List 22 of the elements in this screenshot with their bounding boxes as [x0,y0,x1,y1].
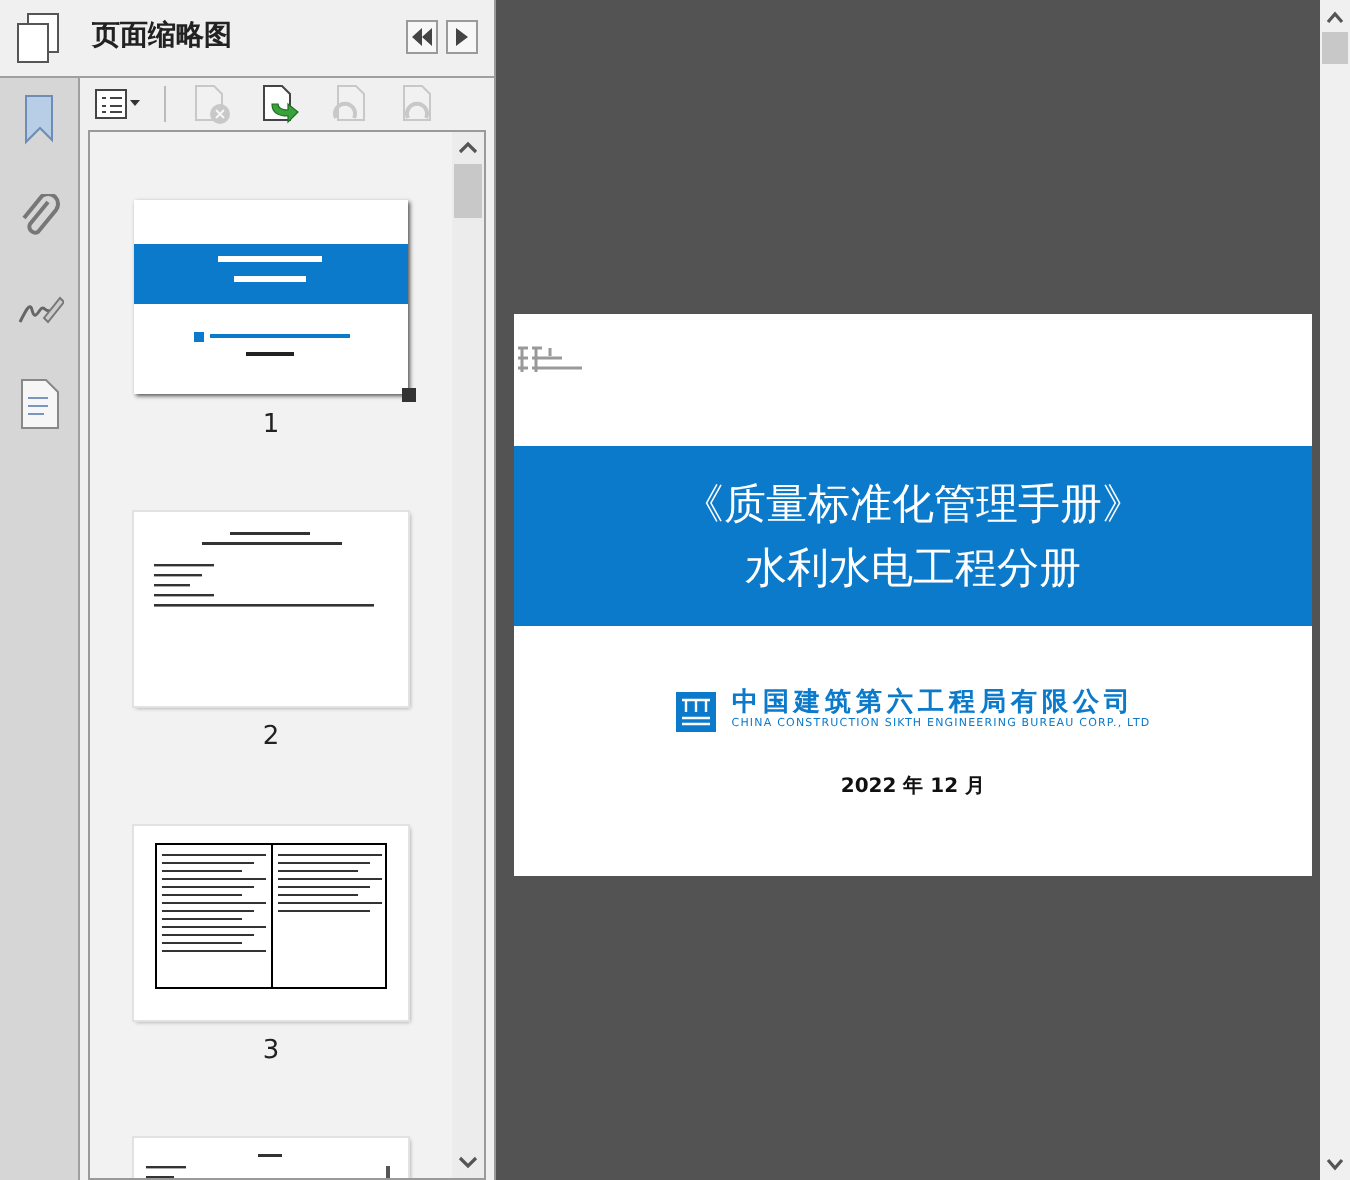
page-number: 1 [262,407,280,444]
next-button[interactable] [446,20,478,55]
company-logo-icon [675,691,716,731]
page-thumbnail[interactable] [134,825,408,1020]
document-title: 《质量标准化管理手册》 [682,478,1144,532]
document-date: 2022 年 12 月 [840,776,986,798]
paperclip-icon[interactable] [19,193,59,241]
scroll-thumb[interactable] [454,163,482,218]
scrollbar[interactable] [452,131,484,1178]
page-icon[interactable] [19,377,59,429]
logo-mark-icon [516,342,584,378]
company-name: 中国建筑第六工程局有限公司 [731,690,1137,718]
arrow-right-icon [456,28,468,47]
page-number: 2 [262,720,280,757]
panel-title: 页面缩略图 [92,18,232,57]
page-thumbnail[interactable] [134,512,408,707]
page-number: 3 [262,1033,280,1070]
document-title: 水利水电工程分册 [745,542,1081,596]
scroll-thumb[interactable] [1322,32,1348,64]
double-arrow-left-icon [412,28,432,47]
pages-icon[interactable] [16,11,60,64]
collapse-button[interactable] [406,20,438,55]
